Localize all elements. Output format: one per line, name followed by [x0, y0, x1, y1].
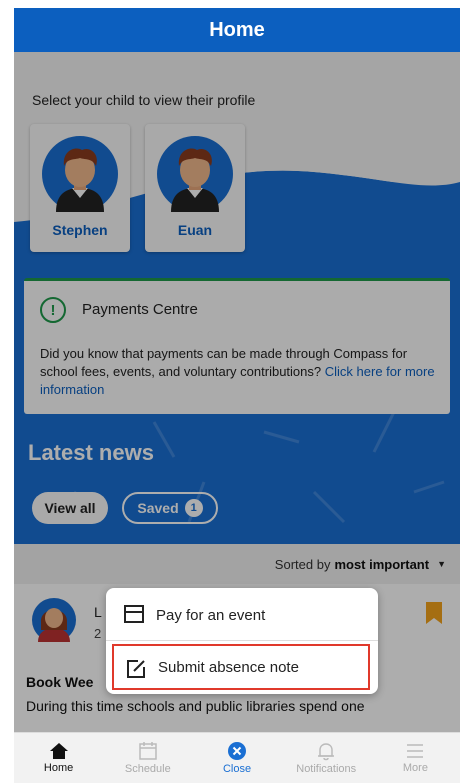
tab-close[interactable]: Close — [192, 733, 281, 783]
tab-label: Notifications — [296, 763, 357, 775]
tab-label: Home — [43, 762, 74, 774]
card-icon — [124, 605, 144, 623]
menu-icon — [407, 744, 424, 758]
submit-absence-note-item[interactable]: Submit absence note — [112, 644, 370, 690]
page-title: Home — [14, 8, 460, 52]
tab-label: More — [402, 762, 428, 774]
calendar-icon — [139, 742, 157, 760]
menu-item-label: Pay for an event — [156, 606, 266, 624]
tab-label: Schedule — [124, 763, 171, 775]
home-icon — [49, 743, 68, 759]
tab-home[interactable]: Home — [14, 733, 103, 783]
menu-item-label: Submit absence note — [158, 658, 299, 676]
bell-icon — [318, 743, 335, 761]
pay-for-event-item[interactable]: Pay for an event — [106, 592, 378, 638]
tab-label: Close — [222, 763, 252, 775]
menu-divider — [106, 640, 378, 641]
close-circle-icon — [228, 742, 246, 760]
tab-schedule[interactable]: Schedule — [103, 733, 192, 783]
home-content: Select your child to view their profile … — [14, 52, 460, 732]
quick-actions-menu: Pay for an event Submit absence note — [106, 588, 378, 694]
tab-more[interactable]: More — [371, 733, 460, 783]
tab-notifications[interactable]: Notifications — [282, 733, 371, 783]
phone-screen: Home Select your child to view their pro… — [14, 0, 460, 783]
bottom-tab-bar: Home Schedule Close Notifications More — [14, 732, 460, 783]
edit-note-icon — [127, 660, 145, 678]
